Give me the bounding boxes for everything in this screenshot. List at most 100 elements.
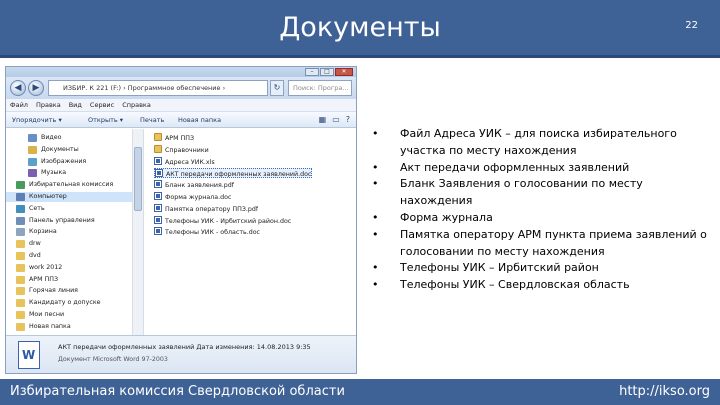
file-item-label: Форма журнала.doc bbox=[165, 194, 232, 201]
navigation-pane: Видео Документы Изображения Музыка Избирател… bbox=[6, 129, 144, 335]
file-item-label: Бланк заявления.pdf bbox=[165, 182, 234, 190]
slide-footer: Избирательная комиссия Свердловской обла… bbox=[0, 379, 720, 405]
folder-icon bbox=[154, 144, 162, 153]
bullet-list: Файл Адреса УИК – для поиска избирательн… bbox=[372, 126, 712, 294]
print-button[interactable]: Печать bbox=[140, 112, 164, 128]
back-icon[interactable]: ◀ bbox=[10, 80, 26, 96]
nav-item[interactable]: Компьютер bbox=[6, 192, 142, 202]
music-icon bbox=[28, 169, 37, 178]
homegroup-icon bbox=[16, 181, 25, 190]
nav-item[interactable]: Кандидату о допуске bbox=[6, 298, 142, 308]
view-options-icon[interactable]: ▦ bbox=[319, 112, 327, 128]
toolbar: Упорядочить ▾ Открыть ▾ Печать Новая пап… bbox=[6, 112, 356, 128]
file-item-label: Телефоны УИК - область.doc bbox=[165, 229, 261, 237]
nav-item[interactable]: Документы bbox=[6, 145, 142, 155]
footer-website[interactable]: http://ikso.org bbox=[619, 384, 710, 399]
file-item-label: Справочники bbox=[165, 146, 209, 154]
new-folder-button[interactable]: Новая папка bbox=[178, 112, 221, 128]
computer-icon bbox=[16, 193, 25, 201]
word-document-icon bbox=[18, 341, 40, 369]
forward-icon[interactable]: ▶ bbox=[28, 80, 44, 96]
file-item-label: Памятка оператору ППЗ.pdf bbox=[165, 205, 259, 213]
slide-header: Документы 22 bbox=[0, 0, 720, 58]
nav-item[interactable]: Горячая линия bbox=[6, 286, 142, 296]
details-pane: АКТ передачи оформленных заявлений Дата … bbox=[6, 335, 356, 373]
close-icon[interactable]: ✕ bbox=[335, 68, 353, 76]
bullet-item: Памятка оператору АРМ пункта приема заяв… bbox=[372, 227, 712, 261]
nav-item[interactable]: Видео bbox=[6, 133, 142, 143]
bullet-item: Форма журнала bbox=[372, 210, 712, 227]
nav-item[interactable]: Новая папка bbox=[6, 322, 142, 332]
nav-item-label: Музыка bbox=[41, 169, 67, 177]
nav-item[interactable]: Сеть bbox=[6, 204, 142, 214]
folder-icon bbox=[16, 263, 25, 272]
menu-edit[interactable]: Правка bbox=[36, 99, 61, 111]
file-list: АРМ ППЗ Справочники Адреса УИК.xls АКТ пере… bbox=[146, 129, 356, 335]
file-item[interactable]: Адреса УИК.xls bbox=[154, 156, 215, 167]
address-bar[interactable]: ИЗБИР. К 221 (F:) › Программное обеспече… bbox=[48, 80, 268, 96]
nav-item-label: Панель управления bbox=[29, 216, 95, 224]
nav-item[interactable]: Панель управления bbox=[6, 216, 142, 226]
menubar: Файл Правка Вид Сервис Справка bbox=[6, 99, 356, 112]
nav-item-label: Кандидату о допуске bbox=[29, 299, 101, 307]
nav-item[interactable]: dvd bbox=[6, 251, 142, 261]
search-input[interactable]: Поиск: Програ... bbox=[288, 80, 352, 96]
file-item[interactable]: Форма журнала.doc bbox=[154, 192, 231, 202]
nav-scrollbar[interactable] bbox=[132, 129, 143, 335]
nav-item[interactable]: Изображения bbox=[6, 157, 142, 167]
nav-item-label: Видео bbox=[41, 134, 62, 141]
open-button[interactable]: Открыть ▾ bbox=[88, 112, 123, 128]
nav-item[interactable]: АРМ ППЗ bbox=[6, 275, 142, 285]
nav-item[interactable]: Корзина bbox=[6, 227, 142, 237]
menu-tools[interactable]: Сервис bbox=[90, 99, 114, 111]
bullet-item: Акт передачи оформленных заявлений bbox=[372, 160, 712, 177]
nav-item-label: АРМ ППЗ bbox=[29, 275, 59, 283]
nav-item[interactable]: Музыка bbox=[6, 168, 142, 178]
document-icon bbox=[154, 203, 162, 212]
file-item[interactable]: Телефоны УИК - Ирбитский район.doc bbox=[154, 215, 291, 226]
nav-item-label: Компьютер bbox=[29, 193, 67, 200]
file-item[interactable]: Справочники bbox=[154, 144, 209, 155]
menu-view[interactable]: Вид bbox=[69, 99, 82, 111]
details-file-type: Документ Microsoft Word 97-2003 bbox=[58, 356, 168, 363]
folder-icon bbox=[16, 252, 25, 260]
minimize-icon[interactable]: – bbox=[305, 68, 319, 76]
maximize-icon[interactable]: □ bbox=[320, 68, 334, 76]
folder-icon bbox=[16, 299, 25, 308]
file-item[interactable]: АРМ ППЗ bbox=[154, 133, 194, 143]
video-icon bbox=[28, 134, 37, 142]
slide-title: Документы bbox=[279, 12, 441, 43]
network-icon bbox=[16, 204, 25, 213]
refresh-icon[interactable]: ↻ bbox=[270, 80, 284, 96]
recycle-bin-icon bbox=[16, 228, 25, 237]
file-item[interactable]: АКТ передачи оформленных заявлений.doc bbox=[154, 168, 313, 179]
menu-help[interactable]: Справка bbox=[122, 99, 151, 111]
file-item[interactable]: Телефоны УИК - область.doc bbox=[154, 227, 260, 237]
file-item-label: Адреса УИК.xls bbox=[165, 158, 215, 166]
folder-icon bbox=[16, 311, 25, 319]
nav-item[interactable]: Мои песни bbox=[6, 310, 142, 320]
menu-file[interactable]: Файл bbox=[10, 99, 28, 111]
nav-item[interactable]: Избирательная комиссия bbox=[6, 180, 142, 190]
nav-item[interactable]: work 2012 bbox=[6, 263, 142, 273]
nav-item-label: Корзина bbox=[29, 228, 57, 236]
file-item-label: АРМ ППЗ bbox=[165, 135, 195, 142]
folder-icon bbox=[16, 240, 25, 249]
file-item[interactable]: Бланк заявления.pdf bbox=[154, 180, 234, 190]
footer-organization: Избирательная комиссия Свердловской обла… bbox=[10, 384, 345, 399]
organize-button[interactable]: Упорядочить ▾ bbox=[12, 112, 62, 128]
nav-item[interactable]: drw bbox=[6, 239, 142, 249]
bullet-item: Файл Адреса УИК – для поиска избирательн… bbox=[372, 126, 712, 160]
folder-icon bbox=[16, 322, 25, 331]
pictures-icon bbox=[28, 157, 37, 166]
nav-item-label: Горячая линия bbox=[29, 287, 78, 295]
folder-icon bbox=[154, 133, 162, 141]
help-icon[interactable]: ? bbox=[346, 112, 350, 128]
preview-pane-icon[interactable]: ▭ bbox=[332, 112, 340, 128]
nav-item-label: work 2012 bbox=[29, 263, 63, 271]
address-row: ◀ ▶ ИЗБИР. К 221 (F:) › Программное обес… bbox=[6, 77, 356, 99]
file-item[interactable]: Памятка оператору ППЗ.pdf bbox=[154, 203, 259, 214]
scrollbar-thumb[interactable] bbox=[134, 147, 142, 211]
document-icon bbox=[154, 215, 162, 224]
document-icon bbox=[154, 156, 162, 165]
